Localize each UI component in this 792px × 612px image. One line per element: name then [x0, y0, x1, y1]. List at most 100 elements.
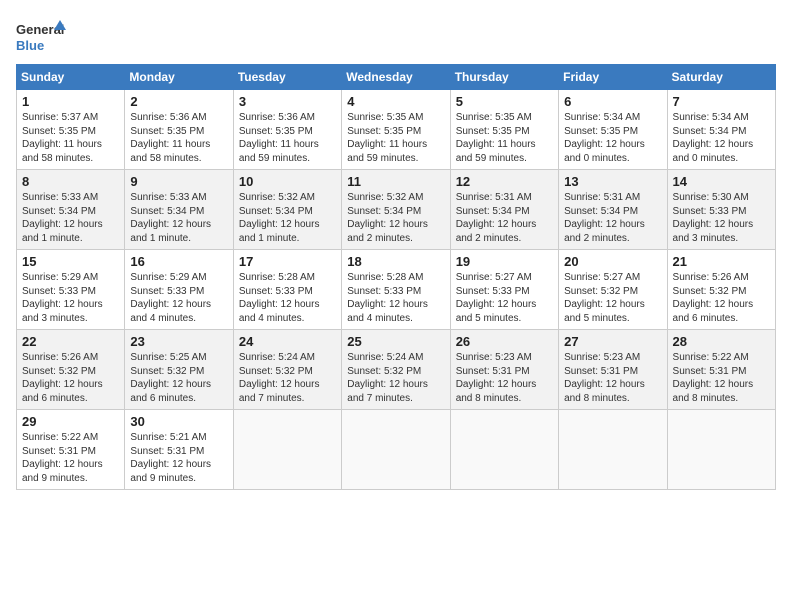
- calendar-cell: 14 Sunrise: 5:30 AM Sunset: 5:33 PM Dayl…: [667, 170, 775, 250]
- day-number: 22: [22, 334, 119, 349]
- calendar-cell: 12 Sunrise: 5:31 AM Sunset: 5:34 PM Dayl…: [450, 170, 558, 250]
- day-number: 26: [456, 334, 553, 349]
- day-number: 17: [239, 254, 336, 269]
- calendar-header-row: SundayMondayTuesdayWednesdayThursdayFrid…: [17, 65, 776, 90]
- calendar-cell: 21 Sunrise: 5:26 AM Sunset: 5:32 PM Dayl…: [667, 250, 775, 330]
- day-info: Sunrise: 5:29 AM Sunset: 5:33 PM Dayligh…: [22, 271, 119, 325]
- day-info: Sunrise: 5:35 AM Sunset: 5:35 PM Dayligh…: [456, 111, 553, 165]
- logo: General Blue: [16, 16, 66, 56]
- calendar-cell: 30 Sunrise: 5:21 AM Sunset: 5:31 PM Dayl…: [125, 410, 233, 490]
- day-number: 19: [456, 254, 553, 269]
- calendar-cell: 13 Sunrise: 5:31 AM Sunset: 5:34 PM Dayl…: [559, 170, 667, 250]
- day-number: 23: [130, 334, 227, 349]
- weekday-header: Wednesday: [342, 65, 450, 90]
- day-number: 16: [130, 254, 227, 269]
- logo-svg: General Blue: [16, 16, 66, 56]
- calendar-cell: 8 Sunrise: 5:33 AM Sunset: 5:34 PM Dayli…: [17, 170, 125, 250]
- calendar-cell: 28 Sunrise: 5:22 AM Sunset: 5:31 PM Dayl…: [667, 330, 775, 410]
- weekday-header: Monday: [125, 65, 233, 90]
- day-number: 3: [239, 94, 336, 109]
- calendar-cell: 18 Sunrise: 5:28 AM Sunset: 5:33 PM Dayl…: [342, 250, 450, 330]
- calendar-cell: 29 Sunrise: 5:22 AM Sunset: 5:31 PM Dayl…: [17, 410, 125, 490]
- day-info: Sunrise: 5:26 AM Sunset: 5:32 PM Dayligh…: [673, 271, 770, 325]
- calendar-cell: 15 Sunrise: 5:29 AM Sunset: 5:33 PM Dayl…: [17, 250, 125, 330]
- calendar-cell: 25 Sunrise: 5:24 AM Sunset: 5:32 PM Dayl…: [342, 330, 450, 410]
- calendar-cell: 4 Sunrise: 5:35 AM Sunset: 5:35 PM Dayli…: [342, 90, 450, 170]
- weekday-header: Thursday: [450, 65, 558, 90]
- day-number: 24: [239, 334, 336, 349]
- calendar-cell: 16 Sunrise: 5:29 AM Sunset: 5:33 PM Dayl…: [125, 250, 233, 330]
- day-info: Sunrise: 5:36 AM Sunset: 5:35 PM Dayligh…: [130, 111, 227, 165]
- calendar-week-row: 22 Sunrise: 5:26 AM Sunset: 5:32 PM Dayl…: [17, 330, 776, 410]
- day-number: 1: [22, 94, 119, 109]
- calendar-cell: [667, 410, 775, 490]
- day-number: 10: [239, 174, 336, 189]
- day-info: Sunrise: 5:21 AM Sunset: 5:31 PM Dayligh…: [130, 431, 227, 485]
- calendar-cell: 19 Sunrise: 5:27 AM Sunset: 5:33 PM Dayl…: [450, 250, 558, 330]
- day-number: 28: [673, 334, 770, 349]
- day-number: 21: [673, 254, 770, 269]
- day-number: 15: [22, 254, 119, 269]
- day-info: Sunrise: 5:27 AM Sunset: 5:32 PM Dayligh…: [564, 271, 661, 325]
- day-number: 13: [564, 174, 661, 189]
- calendar-cell: 17 Sunrise: 5:28 AM Sunset: 5:33 PM Dayl…: [233, 250, 341, 330]
- day-number: 4: [347, 94, 444, 109]
- day-info: Sunrise: 5:27 AM Sunset: 5:33 PM Dayligh…: [456, 271, 553, 325]
- day-number: 11: [347, 174, 444, 189]
- calendar-cell: 11 Sunrise: 5:32 AM Sunset: 5:34 PM Dayl…: [342, 170, 450, 250]
- day-info: Sunrise: 5:23 AM Sunset: 5:31 PM Dayligh…: [564, 351, 661, 405]
- calendar-week-row: 1 Sunrise: 5:37 AM Sunset: 5:35 PM Dayli…: [17, 90, 776, 170]
- calendar-week-row: 15 Sunrise: 5:29 AM Sunset: 5:33 PM Dayl…: [17, 250, 776, 330]
- day-number: 18: [347, 254, 444, 269]
- day-info: Sunrise: 5:26 AM Sunset: 5:32 PM Dayligh…: [22, 351, 119, 405]
- day-number: 9: [130, 174, 227, 189]
- calendar-cell: 9 Sunrise: 5:33 AM Sunset: 5:34 PM Dayli…: [125, 170, 233, 250]
- calendar-cell: 26 Sunrise: 5:23 AM Sunset: 5:31 PM Dayl…: [450, 330, 558, 410]
- day-info: Sunrise: 5:35 AM Sunset: 5:35 PM Dayligh…: [347, 111, 444, 165]
- svg-text:Blue: Blue: [16, 38, 44, 53]
- day-info: Sunrise: 5:24 AM Sunset: 5:32 PM Dayligh…: [239, 351, 336, 405]
- day-number: 5: [456, 94, 553, 109]
- day-number: 7: [673, 94, 770, 109]
- weekday-header: Saturday: [667, 65, 775, 90]
- calendar-cell: [450, 410, 558, 490]
- day-number: 2: [130, 94, 227, 109]
- day-number: 29: [22, 414, 119, 429]
- day-info: Sunrise: 5:32 AM Sunset: 5:34 PM Dayligh…: [239, 191, 336, 245]
- day-info: Sunrise: 5:30 AM Sunset: 5:33 PM Dayligh…: [673, 191, 770, 245]
- calendar-cell: 20 Sunrise: 5:27 AM Sunset: 5:32 PM Dayl…: [559, 250, 667, 330]
- calendar-week-row: 8 Sunrise: 5:33 AM Sunset: 5:34 PM Dayli…: [17, 170, 776, 250]
- calendar-cell: 22 Sunrise: 5:26 AM Sunset: 5:32 PM Dayl…: [17, 330, 125, 410]
- weekday-header: Tuesday: [233, 65, 341, 90]
- day-number: 25: [347, 334, 444, 349]
- weekday-header: Friday: [559, 65, 667, 90]
- day-info: Sunrise: 5:23 AM Sunset: 5:31 PM Dayligh…: [456, 351, 553, 405]
- day-number: 8: [22, 174, 119, 189]
- day-info: Sunrise: 5:31 AM Sunset: 5:34 PM Dayligh…: [456, 191, 553, 245]
- calendar-cell: [233, 410, 341, 490]
- day-info: Sunrise: 5:37 AM Sunset: 5:35 PM Dayligh…: [22, 111, 119, 165]
- day-info: Sunrise: 5:33 AM Sunset: 5:34 PM Dayligh…: [130, 191, 227, 245]
- day-info: Sunrise: 5:31 AM Sunset: 5:34 PM Dayligh…: [564, 191, 661, 245]
- day-info: Sunrise: 5:34 AM Sunset: 5:34 PM Dayligh…: [673, 111, 770, 165]
- day-number: 14: [673, 174, 770, 189]
- day-info: Sunrise: 5:22 AM Sunset: 5:31 PM Dayligh…: [22, 431, 119, 485]
- day-info: Sunrise: 5:25 AM Sunset: 5:32 PM Dayligh…: [130, 351, 227, 405]
- calendar-cell: 1 Sunrise: 5:37 AM Sunset: 5:35 PM Dayli…: [17, 90, 125, 170]
- calendar-cell: 24 Sunrise: 5:24 AM Sunset: 5:32 PM Dayl…: [233, 330, 341, 410]
- day-number: 30: [130, 414, 227, 429]
- calendar-cell: 7 Sunrise: 5:34 AM Sunset: 5:34 PM Dayli…: [667, 90, 775, 170]
- day-number: 12: [456, 174, 553, 189]
- calendar-cell: 23 Sunrise: 5:25 AM Sunset: 5:32 PM Dayl…: [125, 330, 233, 410]
- day-info: Sunrise: 5:32 AM Sunset: 5:34 PM Dayligh…: [347, 191, 444, 245]
- calendar-cell: 27 Sunrise: 5:23 AM Sunset: 5:31 PM Dayl…: [559, 330, 667, 410]
- day-info: Sunrise: 5:33 AM Sunset: 5:34 PM Dayligh…: [22, 191, 119, 245]
- day-number: 6: [564, 94, 661, 109]
- day-info: Sunrise: 5:29 AM Sunset: 5:33 PM Dayligh…: [130, 271, 227, 325]
- day-number: 27: [564, 334, 661, 349]
- page-header: General Blue: [16, 16, 776, 56]
- day-info: Sunrise: 5:28 AM Sunset: 5:33 PM Dayligh…: [239, 271, 336, 325]
- calendar-cell: [559, 410, 667, 490]
- calendar-cell: 2 Sunrise: 5:36 AM Sunset: 5:35 PM Dayli…: [125, 90, 233, 170]
- calendar-cell: 6 Sunrise: 5:34 AM Sunset: 5:35 PM Dayli…: [559, 90, 667, 170]
